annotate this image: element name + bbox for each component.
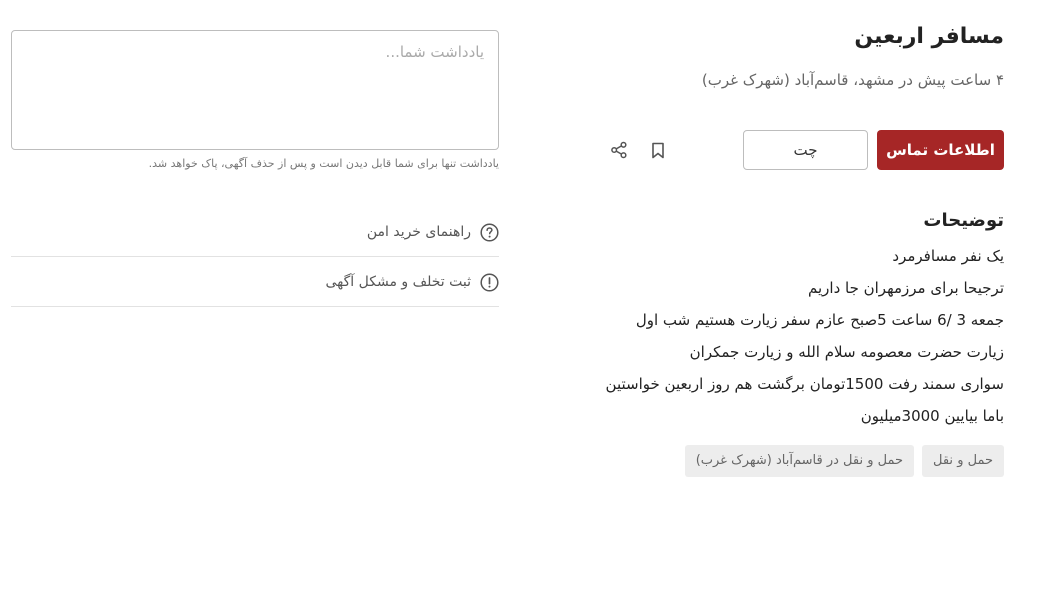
description-line: زیارت حضرت معصومه سلام الله و زیارت جمکر…: [689, 343, 1004, 361]
description-line: جمعه 3 /6 ساعت 5صبح عازم سفر زیارت هستیم…: [635, 311, 1004, 329]
description-text: یک نفر مسافرمرد ترجیحا برای مرزمهران جا …: [600, 240, 1004, 432]
safe-purchase-guide-link[interactable]: راهنمای خرید امن: [11, 208, 499, 257]
note-sidebar: یادداشت تنها برای شما قابل دیدن است و پس…: [11, 0, 499, 599]
report-ad-link[interactable]: ثبت تخلف و مشکل آگهی: [11, 258, 499, 307]
bookmark-icon[interactable]: [647, 139, 669, 161]
report-ad-label: ثبت تخلف و مشکل آگهی: [325, 274, 472, 290]
share-icon[interactable]: [608, 139, 630, 161]
description-line: ترجیحا برای مرزمهران جا داریم: [808, 279, 1004, 297]
description-line: باما بیایین 3000میلیون: [860, 407, 1004, 425]
question-circle-icon: [479, 222, 499, 242]
ad-title: مسافر اربعین: [854, 24, 1004, 49]
contact-info-button[interactable]: اطلاعات تماس: [877, 130, 1004, 170]
description-line: یک نفر مسافرمرد: [892, 247, 1004, 265]
category-tags: حمل و نقل حمل و نقل در قاسم‌آباد (شهرک غ…: [684, 445, 1004, 477]
tag-chip[interactable]: حمل و نقل: [922, 445, 1004, 477]
note-textarea[interactable]: [11, 30, 499, 150]
description-line: سواری سمند رفت 1500تومان برگشت هم روز ار…: [605, 375, 1004, 393]
note-hint: یادداشت تنها برای شما قابل دیدن است و پس…: [148, 157, 499, 170]
ad-info-column: مسافر اربعین ۴ ساعت پیش در مشهد، قاسم‌آب…: [600, 0, 1004, 599]
chat-button[interactable]: چت: [743, 130, 868, 170]
ad-time-location: ۴ ساعت پیش در مشهد، قاسم‌آباد (شهرک غرب): [701, 71, 1004, 89]
action-row: اطلاعات تماس چت: [600, 130, 1004, 170]
description-heading: توضیحات: [923, 210, 1004, 231]
tag-chip[interactable]: حمل و نقل در قاسم‌آباد (شهرک غرب): [684, 445, 915, 477]
exclamation-circle-icon: [479, 272, 499, 292]
ad-detail-page: مسافر اربعین ۴ ساعت پیش در مشهد، قاسم‌آب…: [0, 0, 1040, 599]
safe-purchase-guide-label: راهنمای خرید امن: [366, 224, 471, 240]
